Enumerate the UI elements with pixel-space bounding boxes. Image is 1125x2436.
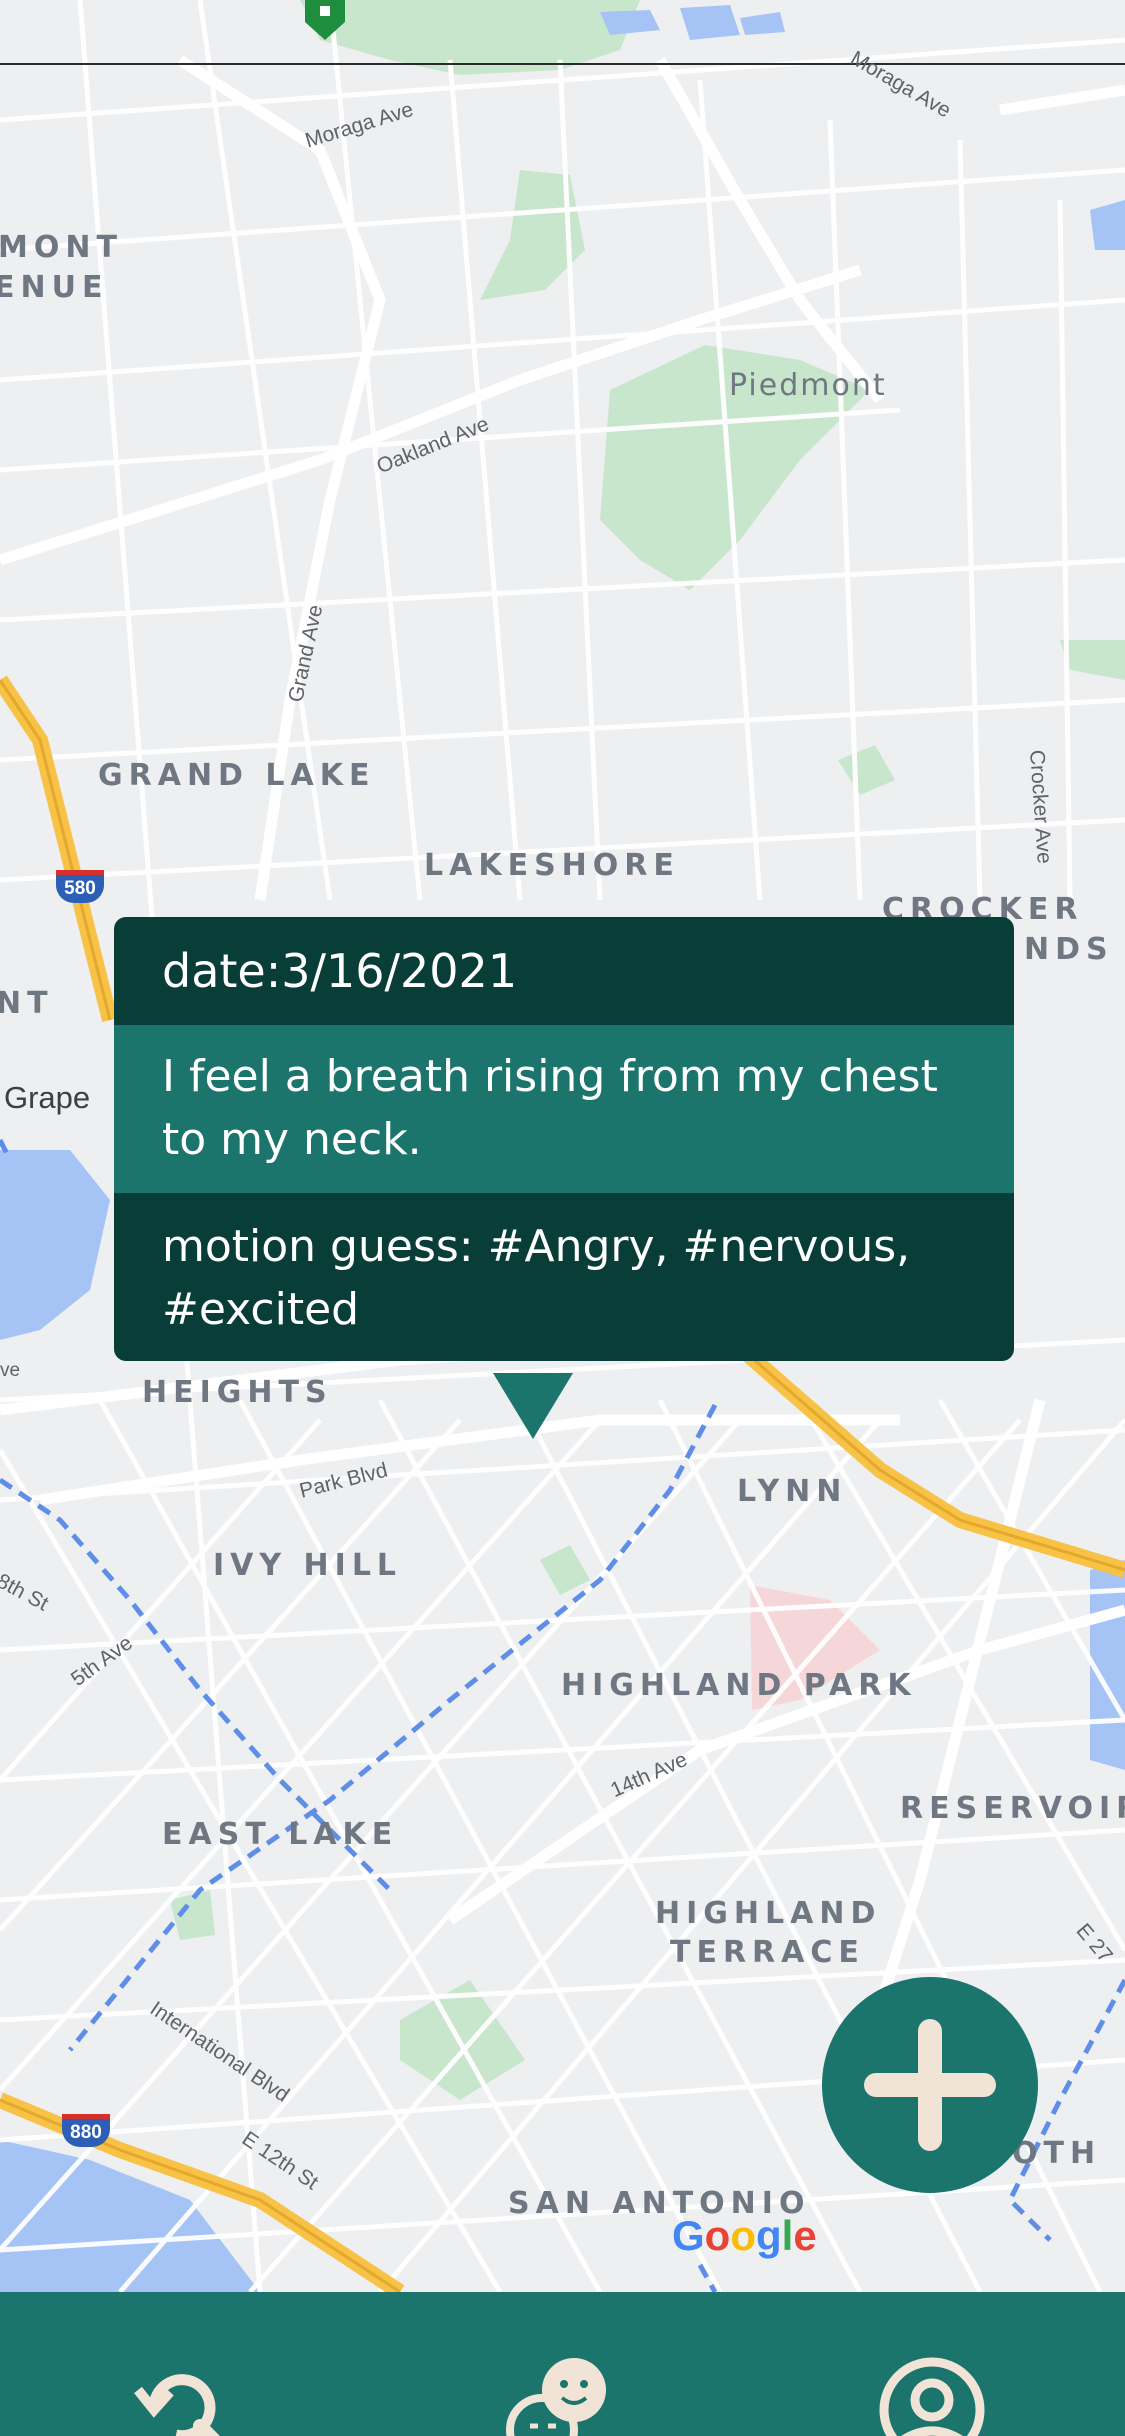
bottom-nav: [0, 2292, 1125, 2436]
google-logo-letter: e: [793, 2212, 817, 2259]
area-label: GRAND LAKE: [98, 758, 376, 793]
area-label: HIGHLAND: [655, 1896, 882, 1931]
interstate-880-icon: 880: [62, 2114, 110, 2147]
google-logo-letter: g: [755, 2212, 782, 2259]
nav-profile[interactable]: [872, 2350, 992, 2436]
interstate-580-icon: 580: [56, 870, 104, 903]
area-label: IVY HILL: [213, 1548, 403, 1583]
popup-emotion-guess: motion guess: #Angry, #nervous, #excited: [114, 1193, 1014, 1361]
area-label: EAST LAKE: [162, 1817, 399, 1852]
road-label: ve: [0, 1360, 21, 1381]
area-label: HEIGHTS: [142, 1375, 333, 1410]
popup-pointer: [493, 1373, 573, 1439]
area-label: HIGHLAND PARK: [561, 1668, 917, 1703]
search-refresh-icon: [134, 2374, 220, 2436]
area-label: TERRACE: [670, 1935, 865, 1970]
road-label: Grape: [4, 1080, 91, 1115]
nav-emotions[interactable]: [502, 2350, 622, 2436]
google-logo-letter: G: [672, 2212, 705, 2259]
area-label: LYNN: [737, 1474, 848, 1509]
top-divider: [0, 63, 1125, 65]
area-label: NDS: [1024, 932, 1114, 967]
add-entry-button[interactable]: [822, 1977, 1038, 2193]
area-label: NT: [0, 986, 54, 1021]
area-label: LAKESHORE: [424, 848, 680, 883]
area-label: MONT: [0, 230, 123, 265]
plus-icon-stroke: [918, 2019, 942, 2151]
google-logo: Google: [672, 2212, 817, 2260]
area-label: ENUE: [0, 270, 109, 305]
popup-note: I feel a breath rising from my chest to …: [114, 1025, 1014, 1193]
google-logo-letter: o: [704, 2212, 731, 2259]
popup-date: date:3/16/2021: [114, 917, 1014, 1025]
google-logo-letter: o: [730, 2212, 756, 2259]
google-logo-letter: l: [781, 2212, 794, 2259]
area-label: OTH: [1012, 2136, 1102, 2171]
user-circle-icon: [879, 2357, 985, 2436]
mood-entry-popup[interactable]: date:3/16/2021 I feel a breath rising fr…: [114, 917, 1014, 1361]
emotion-faces-icon: [506, 2358, 606, 2436]
nav-search-history[interactable]: [124, 2350, 244, 2436]
place-label: Piedmont: [729, 368, 887, 403]
area-label: RESERVOIR: [900, 1791, 1125, 1826]
